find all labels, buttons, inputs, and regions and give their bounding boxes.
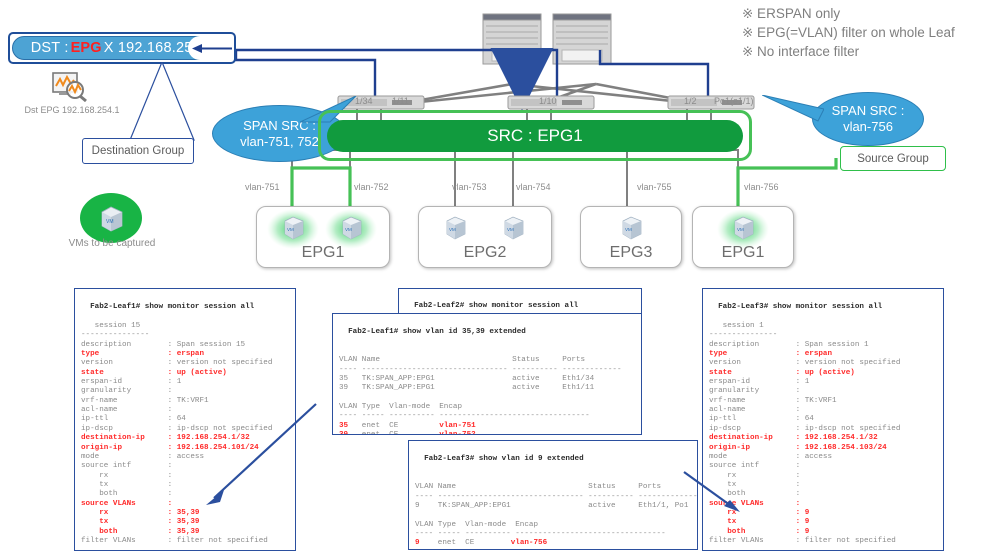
terminal-leaf1-monitor: Fab2-Leaf1# show monitor session all ses… bbox=[74, 288, 296, 551]
epg-label: EPG1 bbox=[301, 244, 345, 261]
bubble-tail-right bbox=[762, 95, 824, 122]
destination-group-label: Destination Group bbox=[82, 138, 194, 164]
epg-box: VM EPG3 bbox=[580, 206, 682, 268]
terminal-title: Fab2-Leaf1# show monitor session all bbox=[90, 303, 255, 312]
epg-label: EPG3 bbox=[609, 244, 653, 261]
dst-highlight: EPG bbox=[70, 40, 102, 56]
svg-text:VM: VM bbox=[287, 227, 294, 232]
terminal-leaf3-vlan: Fab2-Leaf3# show vlan id 9 extended VLAN… bbox=[408, 440, 698, 550]
bubble-line-1: SPAN SRC : bbox=[831, 103, 905, 118]
vlan-label: vlan-754 bbox=[516, 182, 551, 192]
port-label-leaf1-b: 1/11 bbox=[392, 96, 409, 106]
svg-text:VM: VM bbox=[625, 227, 632, 232]
terminal-title: Fab2-Leaf3# show monitor session all bbox=[718, 303, 883, 312]
traffic-monitor-icon bbox=[52, 72, 87, 102]
port-label-leaf3-b: Po1(e1/1) bbox=[714, 96, 754, 106]
vlan-label: vlan-755 bbox=[637, 182, 672, 192]
epg-box: VM VM EPG2 bbox=[418, 206, 552, 268]
spine-switch-1 bbox=[482, 13, 542, 65]
epg-label: EPG2 bbox=[463, 244, 507, 261]
vlan-label: vlan-752 bbox=[354, 182, 389, 192]
svg-text:VM: VM bbox=[507, 227, 514, 232]
epg-label: EPG1 bbox=[721, 244, 765, 261]
src-epg-bar: SRC : EPG1 bbox=[327, 120, 743, 152]
port-label-leaf2-a: 1/10 bbox=[539, 96, 557, 106]
svg-text:VM: VM bbox=[106, 219, 114, 225]
epg-box: VM VM EPG1 bbox=[256, 206, 390, 268]
vm-legend-caption: VMs to be captured bbox=[68, 238, 156, 249]
epg-box: VM EPG1 bbox=[692, 206, 794, 268]
dst-banner-notch bbox=[188, 36, 232, 60]
svg-text:VM: VM bbox=[737, 227, 744, 232]
terminal-body: VLAN Name Status Ports ---- ------------… bbox=[339, 356, 622, 434]
port-label-leaf1-a: 1/34 bbox=[355, 96, 373, 106]
vlan-label: vlan-751 bbox=[245, 182, 280, 192]
svg-text:VM: VM bbox=[345, 227, 352, 232]
terminal-leaf3-monitor: Fab2-Leaf3# show monitor session all ses… bbox=[702, 288, 944, 551]
bubble-line-2: vlan-751, 752 bbox=[240, 133, 319, 149]
terminal-leaf2-monitor: Fab2-Leaf2# show monitor session all Not… bbox=[398, 288, 642, 315]
terminal-title: Fab2-Leaf2# show monitor session all bbox=[414, 302, 579, 311]
vlan-label: vlan-756 bbox=[744, 182, 779, 192]
vlan-label: vlan-753 bbox=[452, 182, 487, 192]
terminal-title: Fab2-Leaf1# show vlan id 35,39 extended bbox=[348, 328, 526, 337]
terminal-body: VLAN Name Status Ports ---- ------------… bbox=[415, 483, 698, 548]
terminal-body: session 15 --------------- description :… bbox=[81, 322, 273, 545]
port-label-leaf3-a: 1/2 bbox=[684, 96, 697, 106]
spine-switch-2 bbox=[552, 13, 612, 65]
bubble-line-2: vlan-756 bbox=[843, 119, 893, 134]
terminal-title: Fab2-Leaf3# show vlan id 9 extended bbox=[424, 455, 584, 464]
destination-group-pointer bbox=[129, 62, 195, 141]
span-src-bubble-right: SPAN SRC : vlan-756 bbox=[812, 92, 924, 146]
terminal-body: session 1 --------------- description : … bbox=[709, 322, 901, 545]
terminal-leaf1-vlan: Fab2-Leaf1# show vlan id 35,39 extended … bbox=[332, 313, 642, 435]
svg-text:VM: VM bbox=[449, 227, 456, 232]
dst-prefix: DST : bbox=[30, 40, 69, 56]
source-group-label: Source Group bbox=[840, 146, 946, 171]
